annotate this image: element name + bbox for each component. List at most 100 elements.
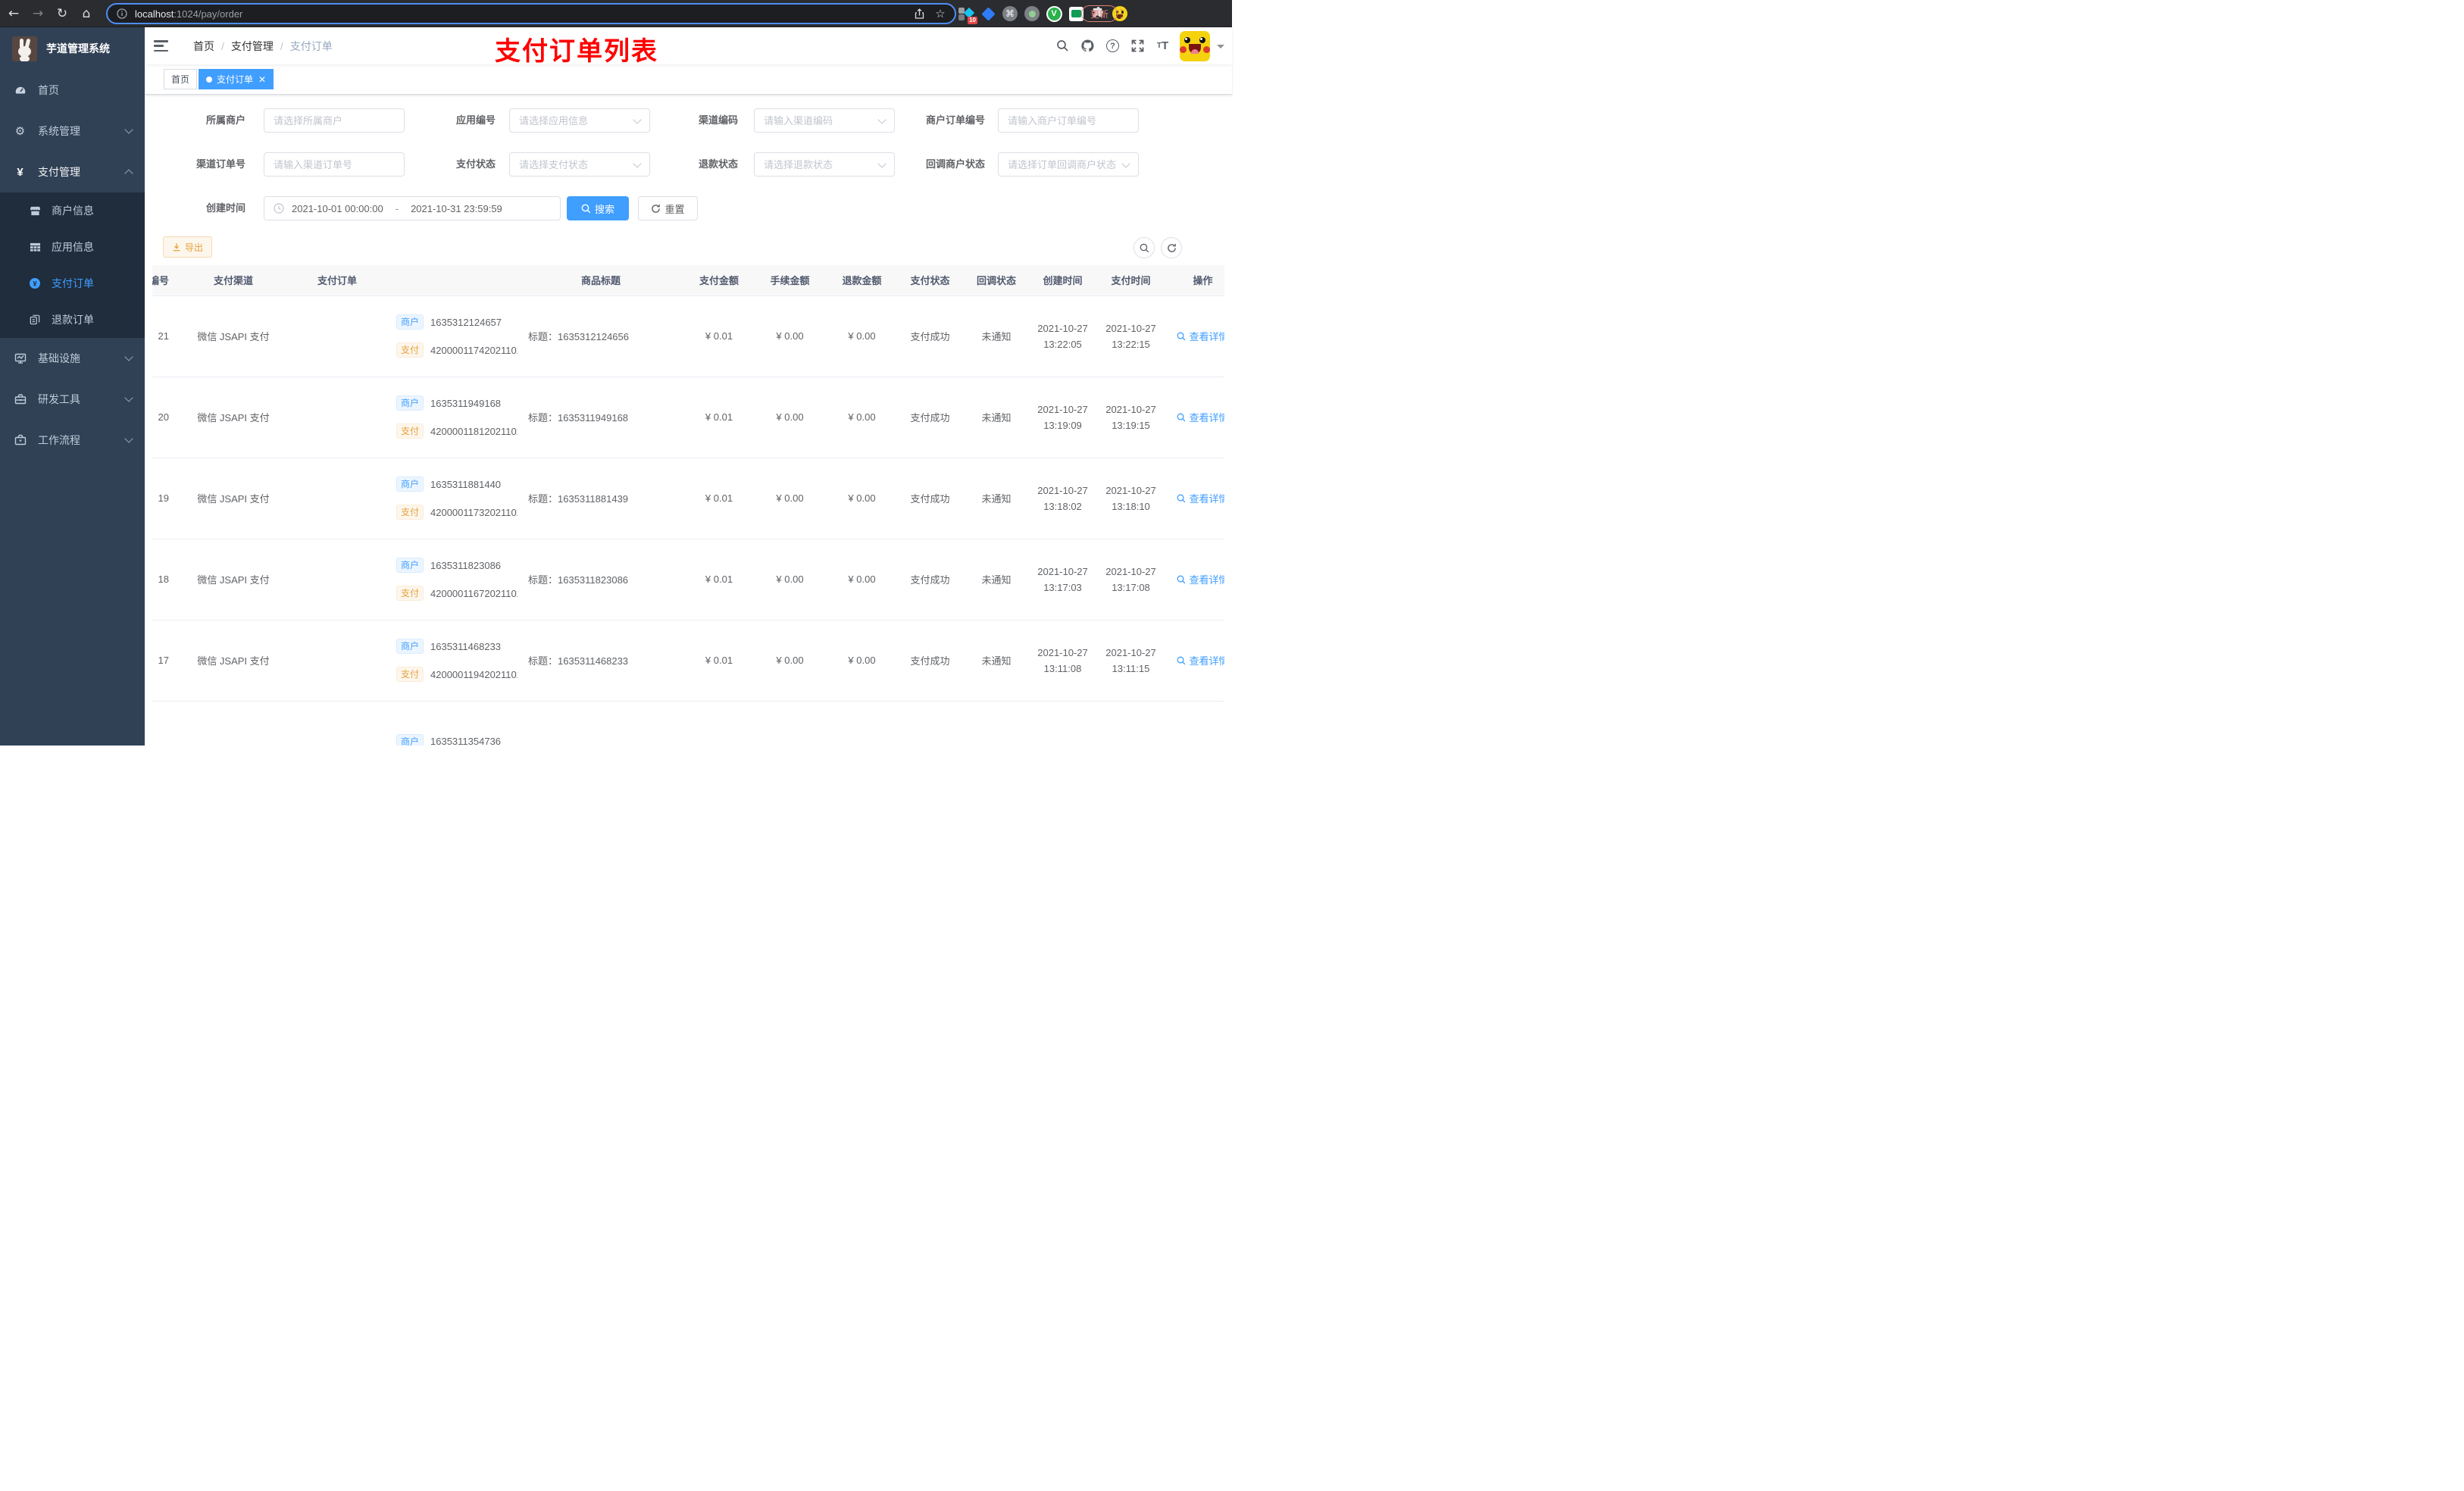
- search-icon: [1140, 243, 1149, 252]
- order-tag: 商户: [396, 477, 424, 492]
- font-size-icon[interactable]: TT: [1150, 27, 1175, 64]
- notify-status-input[interactable]: [998, 152, 1139, 177]
- dashboard-icon: [14, 84, 27, 96]
- pay-status-select[interactable]: [509, 152, 650, 177]
- filter-label-pay-status: 支付状态: [455, 158, 496, 170]
- tag-home[interactable]: 首页: [164, 69, 198, 89]
- payment-submenu: 商户信息 应用信息 ¥ 支付订单 退款订单: [0, 192, 145, 338]
- col-amount: 支付金额: [684, 265, 754, 296]
- grid-icon: [29, 242, 41, 253]
- col-create-time: 创建时间: [1030, 265, 1095, 296]
- site-info-icon[interactable]: [115, 8, 129, 19]
- sidebar-toggle-icon[interactable]: [154, 39, 168, 53]
- breadcrumb: 首页 / 支付管理 / 支付订单: [193, 39, 333, 54]
- toggle-search-button[interactable]: [1134, 237, 1155, 258]
- channel-order-no-field[interactable]: [264, 152, 405, 177]
- sidebar-item-label: 工作流程: [38, 434, 80, 446]
- browser-home-icon[interactable]: ⌂: [76, 0, 97, 27]
- reset-button[interactable]: 重置: [638, 196, 698, 220]
- browser-update-button[interactable]: 更新: [1081, 5, 1118, 22]
- view-detail-link[interactable]: 查看详情: [1177, 410, 1224, 424]
- col-pay-time: 支付时间: [1095, 265, 1167, 296]
- search-icon: [1177, 494, 1186, 502]
- sidebar-item-payment[interactable]: ¥ 支付管理: [0, 152, 145, 192]
- merchant-order-no-field[interactable]: [998, 108, 1139, 133]
- breadcrumb-home[interactable]: 首页: [193, 39, 214, 54]
- tag-pay-order[interactable]: 支付订单 ✕: [199, 69, 274, 89]
- yen-icon: ¥: [17, 165, 23, 179]
- browser-menu-icon[interactable]: ⋮: [1114, 0, 1129, 27]
- app-logo[interactable]: 芋道管理系统: [0, 27, 145, 70]
- browser-reload-icon[interactable]: ↻: [52, 0, 73, 27]
- sidebar-item-devtools[interactable]: 研发工具: [0, 379, 145, 420]
- table-row: 21 微信 JSAPI 支付 商户 1635312124657 支付 4200001174…: [152, 295, 1224, 377]
- export-button[interactable]: 导出: [163, 236, 213, 258]
- app-select[interactable]: [509, 108, 650, 133]
- sidebar-item-system[interactable]: ⚙ 系统管理: [0, 111, 145, 152]
- address-bar[interactable]: localhost:1024/pay/order ☆: [106, 3, 956, 24]
- github-icon[interactable]: [1075, 27, 1100, 64]
- sidebar-item-pay-order[interactable]: ¥ 支付订单: [0, 265, 145, 302]
- refund-status-select[interactable]: [754, 152, 895, 177]
- fullscreen-icon[interactable]: [1125, 27, 1150, 64]
- pay-order-no: 4200001173202110272847982104: [430, 506, 518, 518]
- table-row: 17 微信 JSAPI 支付 商户 1635311468233 支付 4200001194…: [152, 620, 1224, 702]
- url-text[interactable]: localhost:1024/pay/order: [135, 8, 912, 20]
- view-detail-link[interactable]: 查看详情: [1177, 653, 1224, 667]
- sidebar-item-app-info[interactable]: 应用信息: [0, 229, 145, 265]
- bookmark-star-icon[interactable]: ☆: [933, 7, 947, 20]
- refund-status-input[interactable]: [754, 152, 895, 177]
- channel-code-select[interactable]: [754, 108, 895, 133]
- extension-diamond-icon[interactable]: 10: [958, 5, 977, 24]
- breadcrumb-pay[interactable]: 支付管理: [231, 39, 274, 54]
- sidebar-item-merchant-info[interactable]: 商户信息: [0, 192, 145, 229]
- order-tag: 商户: [396, 733, 424, 746]
- channel-code-input[interactable]: [754, 108, 895, 133]
- extension-record-icon[interactable]: [1024, 5, 1040, 22]
- help-icon[interactable]: ?: [1100, 27, 1125, 64]
- header-search-icon[interactable]: [1050, 27, 1075, 64]
- create-time-range-picker[interactable]: 2021-10-01 00:00:00 - 2021-10-31 23:59:5…: [264, 196, 561, 220]
- app-select-input[interactable]: [509, 108, 650, 133]
- user-avatar[interactable]: [1180, 30, 1210, 61]
- pay-order-no: 4200001174202110278060590766: [430, 344, 518, 356]
- sidebar-item-workflow[interactable]: 工作流程: [0, 420, 145, 461]
- chevron-down-icon: [124, 434, 133, 443]
- refresh-table-button[interactable]: [1161, 237, 1182, 258]
- refresh-icon: [652, 204, 661, 213]
- avatar-caret-icon[interactable]: [1217, 44, 1224, 52]
- sidebar-item-refund-order[interactable]: 退款订单: [0, 302, 145, 338]
- extension-kite-icon[interactable]: [980, 5, 996, 22]
- date-end[interactable]: 2021-10-31 23:59:59: [411, 203, 502, 214]
- date-start[interactable]: 2021-10-01 00:00:00: [292, 203, 383, 214]
- browser-forward-icon[interactable]: →: [27, 0, 48, 27]
- merchant-select-input[interactable]: [264, 108, 405, 133]
- order-tag: 支付: [396, 342, 424, 358]
- pay-status-input[interactable]: [509, 152, 650, 177]
- share-icon[interactable]: [912, 8, 926, 20]
- table-row: 19 微信 JSAPI 支付 商户 1635311881440 支付 4200001173…: [152, 458, 1224, 539]
- filter-label-app: 应用编号: [455, 114, 496, 126]
- search-button[interactable]: 搜索: [567, 196, 629, 220]
- sidebar: 芋道管理系统 首页 ⚙ 系统管理 ¥ 支付管理 商户信息 应用信息 ¥ 支付订单…: [0, 27, 145, 746]
- merchant-select[interactable]: [264, 108, 405, 133]
- col-id: 编号: [152, 265, 177, 296]
- chevron-down-icon: [124, 125, 133, 134]
- view-detail-link[interactable]: 查看详情: [1177, 329, 1224, 343]
- extension-command-icon[interactable]: ⌘: [1002, 5, 1018, 22]
- browser-back-icon[interactable]: ←: [3, 0, 24, 27]
- order-tag: 商户: [396, 395, 424, 411]
- order-tag: 商户: [396, 639, 424, 654]
- close-icon[interactable]: ✕: [258, 74, 266, 85]
- sidebar-item-label: 支付订单: [52, 277, 94, 289]
- search-icon: [1177, 656, 1186, 664]
- view-detail-link[interactable]: 查看详情: [1177, 572, 1224, 586]
- extension-vue-icon[interactable]: V: [1046, 5, 1062, 22]
- channel-order-no-input[interactable]: [264, 152, 405, 177]
- sidebar-item-home[interactable]: 首页: [0, 70, 145, 111]
- notify-status-select[interactable]: [998, 152, 1139, 177]
- col-action: 操作: [1167, 265, 1224, 296]
- sidebar-item-infra[interactable]: 基础设施: [0, 338, 145, 379]
- view-detail-link[interactable]: 查看详情: [1177, 491, 1224, 505]
- merchant-order-no-input[interactable]: [998, 108, 1139, 133]
